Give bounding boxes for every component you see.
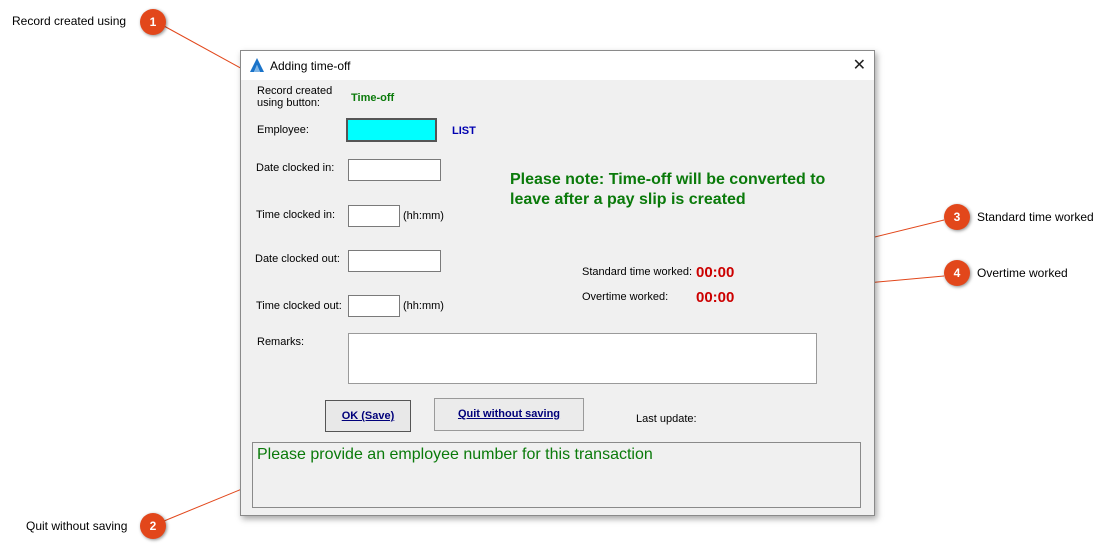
- time-off-dialog: Adding time-off ✕ Record created using b…: [240, 50, 875, 516]
- list-link[interactable]: LIST: [452, 125, 476, 137]
- record-created-value: Time-off: [351, 92, 395, 104]
- employee-label: Employee:: [257, 124, 309, 136]
- callout-badge-2: 2: [140, 513, 166, 539]
- time-clocked-out-label: Time clocked out:: [256, 300, 342, 312]
- window-title: Adding time-off: [270, 59, 351, 73]
- employee-field[interactable]: [346, 118, 437, 142]
- date-clocked-out-label: Date clocked out:: [255, 253, 340, 265]
- time-clocked-in-field[interactable]: [348, 205, 400, 227]
- ok-save-button[interactable]: OK (Save): [325, 400, 411, 432]
- overtime-value: 00:00: [696, 289, 735, 306]
- remarks-textarea[interactable]: [348, 333, 817, 384]
- app-logo-icon: [250, 58, 264, 72]
- status-message: Please provide an employee number for th…: [257, 446, 653, 463]
- remarks-label: Remarks:: [257, 336, 305, 348]
- time-clocked-in-label: Time clocked in:: [256, 209, 336, 221]
- close-icon[interactable]: ✕: [853, 55, 866, 75]
- callout-label-4: Overtime worked: [977, 266, 1068, 280]
- standard-time-value: 00:00: [696, 264, 735, 281]
- note-line-1: Please note: Time-off will be converted …: [510, 171, 826, 188]
- time-in-hint: (hh:mm): [403, 210, 444, 222]
- last-update-label: Last update:: [636, 413, 697, 425]
- date-clocked-out-field[interactable]: [348, 250, 441, 272]
- overtime-label: Overtime worked:: [582, 291, 669, 303]
- record-created-label-line2: using button:: [257, 97, 320, 109]
- callout-badge-1: 1: [140, 9, 166, 35]
- status-message-box: Please provide an employee number for th…: [252, 442, 861, 508]
- record-created-label-line1: Record created: [257, 85, 333, 97]
- time-off-note: Please note: Time-off will be converted …: [510, 170, 825, 210]
- callout-badge-3: 3: [944, 204, 970, 230]
- date-clocked-in-label: Date clocked in:: [256, 162, 335, 174]
- callout-label-1: Record created using: [12, 14, 127, 28]
- callout-label-2: Quit without saving: [26, 519, 128, 533]
- title-bar[interactable]: Adding time-off ✕: [241, 51, 874, 80]
- time-clocked-out-field[interactable]: [348, 295, 400, 317]
- standard-time-label: Standard time worked:: [582, 266, 693, 278]
- note-line-2: leave after a pay slip is created: [510, 191, 746, 208]
- date-clocked-in-field[interactable]: [348, 159, 441, 181]
- quit-without-saving-button[interactable]: Quit without saving: [434, 398, 584, 431]
- time-out-hint: (hh:mm): [403, 300, 444, 312]
- callout-badge-4: 4: [944, 260, 970, 286]
- callout-label-3: Standard time worked: [977, 210, 1094, 224]
- record-created-label: Record created using button:: [257, 85, 332, 109]
